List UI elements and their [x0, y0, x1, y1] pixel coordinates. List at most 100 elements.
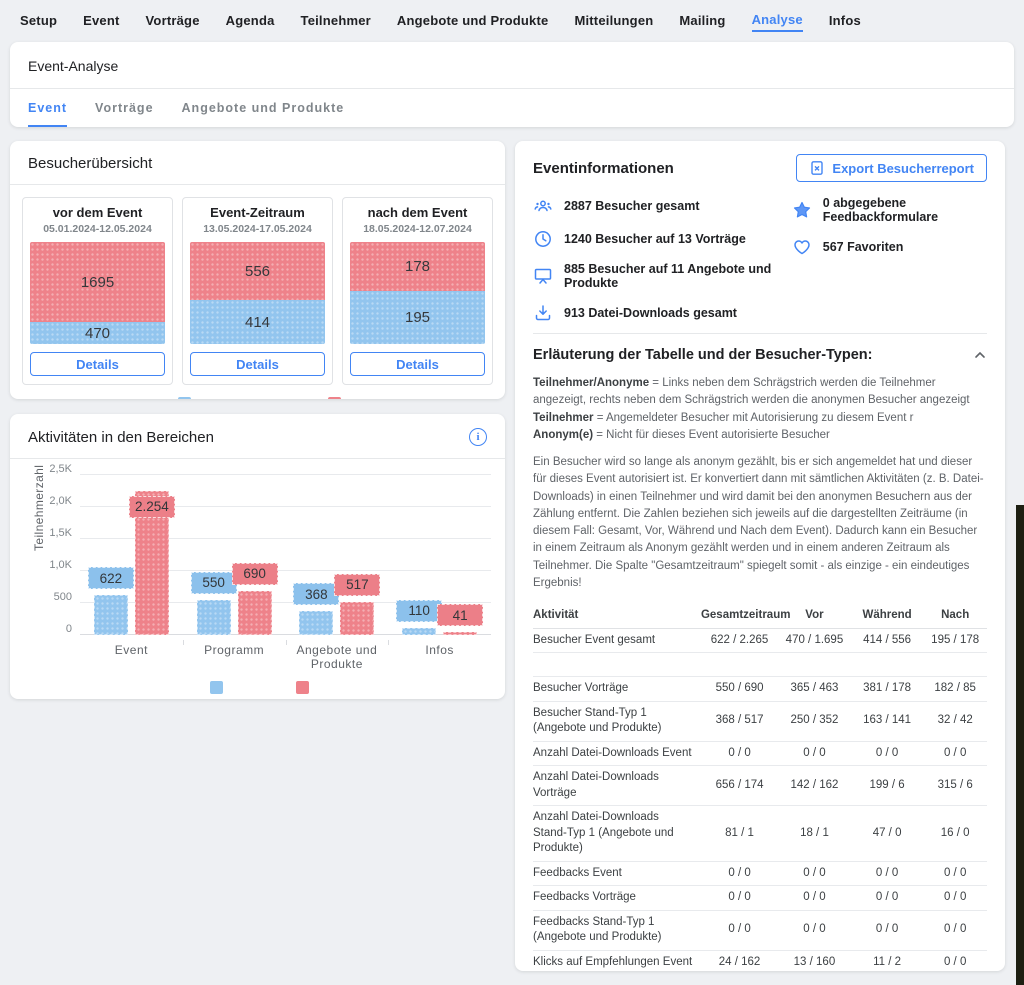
- presentation-icon: [533, 266, 553, 286]
- tab-angebote-und-produkte[interactable]: Angebote und Produkte: [182, 101, 345, 127]
- row-value: 0 / 0: [923, 922, 987, 938]
- stat-885-besucher-auf-11-angebote-und-produkte: 885 Besucher auf 11 Angebote und Produkt…: [533, 262, 792, 290]
- details-button[interactable]: Details: [190, 352, 325, 376]
- event-stats-right: 0 abgegebene Feedbackformulare567 Favori…: [792, 196, 987, 323]
- bar-teilnehmer: 368: [299, 475, 333, 635]
- bar-value-label: 622: [88, 567, 134, 589]
- nav-item-teilnehmer[interactable]: Teilnehmer: [301, 13, 371, 31]
- x-axis-categories: EventProgrammAngebote und ProdukteInfos: [80, 643, 491, 671]
- right-edge-bar: [1016, 505, 1024, 985]
- nav-item-analyse[interactable]: Analyse: [752, 12, 803, 32]
- table-row: Anzahl Datei-Downloads Event0 / 00 / 00 …: [533, 742, 987, 767]
- page: Setup Event Vorträge Agenda Teilnehmer Angebo…: [0, 0, 1024, 985]
- bar: [197, 600, 231, 635]
- x-tick: [183, 640, 184, 645]
- row-value: 32 / 42: [923, 713, 987, 729]
- stat-text: 1240 Besucher auf 13 Vorträge: [564, 232, 746, 246]
- event-stats-left: 2887 Besucher gesamt1240 Besucher auf 13…: [533, 196, 792, 323]
- event-stats: 2887 Besucher gesamt1240 Besucher auf 13…: [533, 192, 987, 333]
- y-tick-label: 0: [66, 623, 72, 635]
- left-column: Besucherübersicht vor dem Event05.01.202…: [10, 141, 505, 699]
- chevron-up-icon[interactable]: [973, 348, 987, 362]
- nav-item-mailing[interactable]: Mailing: [679, 13, 725, 31]
- table-row: Besucher Stand-Typ 1 (Angebote und Produ…: [533, 702, 987, 742]
- row-value: 381 / 178: [851, 681, 924, 697]
- row-value: 24 / 162: [701, 955, 778, 971]
- details-button[interactable]: Details: [350, 352, 485, 376]
- period-title: vor dem Event: [30, 205, 165, 220]
- category-label-angebote-und-produkte: Angebote und Produkte: [286, 643, 389, 671]
- row-label: Besucher Vorträge: [533, 681, 701, 697]
- category-label-event: Event: [80, 643, 183, 671]
- stat-913-datei-downloads-gesamt: 913 Datei-Downloads gesamt: [533, 303, 792, 323]
- row-label: Anzahl Datei-Downloads Event: [533, 746, 701, 762]
- bar: [443, 632, 477, 635]
- row-value: 414 / 556: [851, 633, 924, 649]
- period-panels: vor dem Event05.01.2024-12.05.2024169547…: [10, 185, 505, 391]
- row-value: 142 / 162: [778, 778, 851, 794]
- activities-chart: Teilnehmerzahl 05001,0K1,5K2,0K2,5K6222.…: [10, 459, 505, 671]
- nav-item-setup[interactable]: Setup: [20, 13, 57, 31]
- nav-item-event[interactable]: Event: [83, 13, 119, 31]
- tab-vorträge[interactable]: Vorträge: [95, 101, 153, 127]
- stat-567-favoriten: 567 Favoriten: [792, 237, 987, 257]
- anonyme-segment: 178: [350, 242, 485, 291]
- bar-value-label: 2.254: [129, 496, 175, 518]
- row-value: 0 / 0: [923, 746, 987, 762]
- activities-legend: Teilnehmer Anonyme: [10, 671, 505, 699]
- y-axis-label: Teilnehmerzahl: [32, 465, 46, 551]
- plot-area: 05001,0K1,5K2,0K2,5K6222.254550690368517…: [80, 475, 491, 635]
- row-value: 0 / 0: [701, 922, 778, 938]
- export-file-icon: [809, 160, 825, 176]
- export-button-label: Export Besucherreport: [832, 161, 974, 176]
- row-value: 0 / 0: [778, 890, 851, 906]
- nav-item-infos[interactable]: Infos: [829, 13, 861, 31]
- legend-swatch: [328, 397, 341, 399]
- definition-term: Anonym(e): [533, 429, 593, 441]
- explanation-paragraph: Ein Besucher wird so lange als anonym ge…: [533, 444, 987, 604]
- row-value: 365 / 463: [778, 681, 851, 697]
- heart-icon: [792, 237, 812, 257]
- nav-item-agenda[interactable]: Agenda: [226, 13, 275, 31]
- bar-groups: 6222.25455069036851711041: [80, 475, 491, 635]
- row-value: 0 / 0: [701, 866, 778, 882]
- table-row: Klicks auf Empfehlungen Event24 / 16213 …: [533, 951, 987, 971]
- bar-value-label: 550: [191, 572, 237, 594]
- info-icon[interactable]: i: [469, 428, 487, 446]
- definition-term: Teilnehmer: [533, 412, 594, 424]
- nav-item-mitteilungen[interactable]: Mitteilungen: [574, 13, 653, 31]
- table-row: Feedbacks Stand-Typ 1 (Angebote und Prod…: [533, 911, 987, 951]
- tab-event[interactable]: Event: [28, 101, 67, 127]
- bar-value-label: 41: [437, 604, 483, 626]
- legend-swatch: [178, 397, 191, 399]
- stat-text: 567 Favoriten: [823, 240, 904, 254]
- period-panel-nach-dem-event: nach dem Event18.05.2024-12.07.202417819…: [342, 197, 493, 385]
- anonyme-segment: 1695: [30, 242, 165, 322]
- details-button[interactable]: Details: [30, 352, 165, 376]
- column-header-gesamtzeitraum: Gesamtzeitraum: [701, 608, 778, 624]
- legend-item-anonyme: Anonyme: [278, 681, 329, 699]
- definition-line: Teilnehmer = Angemeldeter Besucher mit A…: [533, 410, 987, 427]
- star-icon: [792, 200, 812, 220]
- y-tick-label: 2,5K: [49, 463, 72, 475]
- bar-anonyme: 517: [340, 475, 374, 635]
- bar-value-label: 517: [334, 574, 380, 596]
- column-header-während: Während: [851, 608, 924, 624]
- nav-item-vorträge[interactable]: Vorträge: [146, 13, 200, 31]
- legend-item-teilnehmer: Teilnehmer: [187, 681, 246, 699]
- row-value: 182 / 85: [923, 681, 987, 697]
- visitor-overview-legend: TeilnehmerAnonyme: [10, 391, 505, 399]
- bar-teilnehmer: 622: [94, 475, 128, 635]
- activities-title: Aktivitäten in den Bereichen: [28, 429, 214, 446]
- row-value: 163 / 141: [851, 713, 924, 729]
- bar-group-programm: 550690: [183, 475, 286, 635]
- y-tick-label: 2,0K: [49, 495, 72, 507]
- export-visitor-report-button[interactable]: Export Besucherreport: [796, 154, 987, 182]
- stacked-bar: 178195: [350, 242, 485, 344]
- row-label: Anzahl Datei-Downloads Vorträge: [533, 770, 701, 801]
- bar-value-label: 690: [232, 563, 278, 585]
- definition-line: Anonym(e) = Nicht für dieses Event autor…: [533, 427, 987, 444]
- row-value: 16 / 0: [923, 826, 987, 842]
- row-value: 199 / 6: [851, 778, 924, 794]
- nav-item-angebote-und-produkte[interactable]: Angebote und Produkte: [397, 13, 549, 31]
